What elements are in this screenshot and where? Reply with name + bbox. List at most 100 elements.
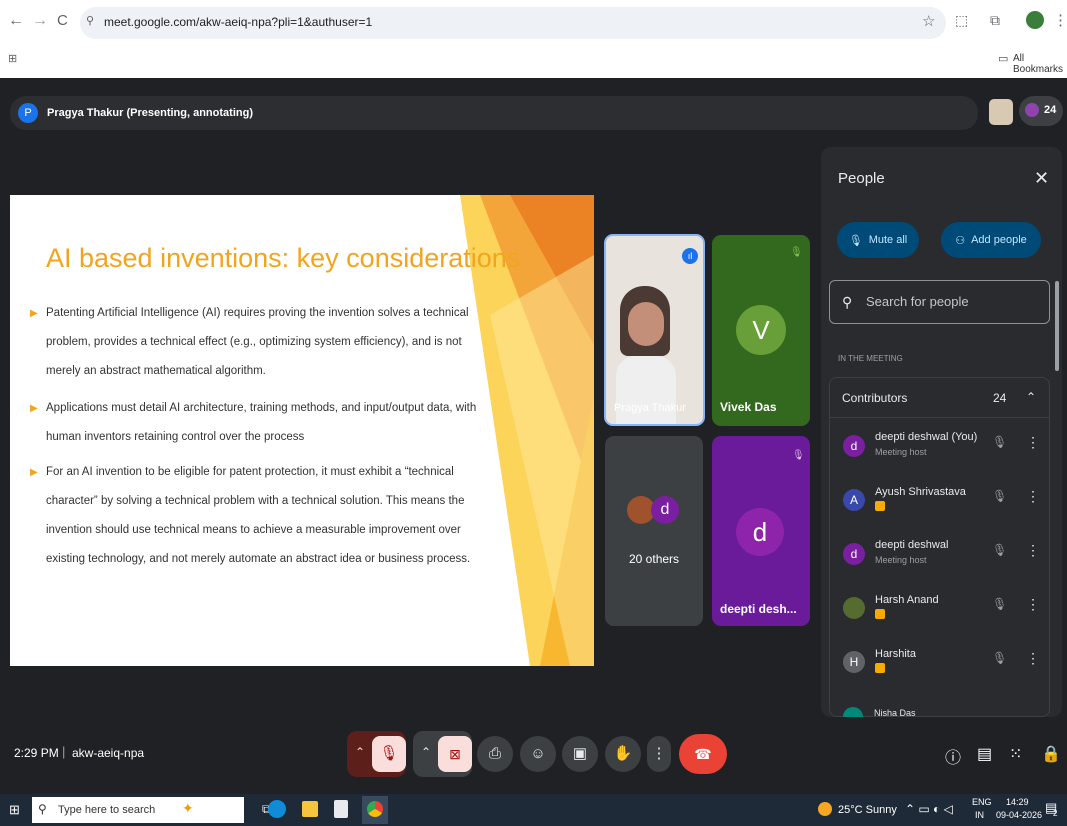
raise-hand-button[interactable]: ✋ xyxy=(605,736,641,772)
bookmarks-bar: ⊞ ▭ All Bookmarks xyxy=(0,44,1067,78)
scrollbar[interactable] xyxy=(1055,281,1059,371)
tile-name: Pragya Thakur xyxy=(614,402,686,414)
tile-name: Vivek Das xyxy=(720,400,777,414)
windows-taskbar: ⊞ ⚲ Type here to search ✦ ⧉ 25°C Sunny ⌃… xyxy=(0,794,1067,826)
presenting-text: Pragya Thakur (Presenting, annotating) xyxy=(47,107,253,119)
slide-bullet-2: ▶ Applications must detail AI architectu… xyxy=(30,394,486,452)
video-body xyxy=(616,356,676,424)
more-icon[interactable]: ⋮ xyxy=(1026,434,1040,451)
star-icon[interactable]: ☆ xyxy=(922,12,935,30)
present-screen-button[interactable]: ⎙ xyxy=(477,736,513,772)
url-text[interactable]: meet.google.com/akw-aeiq-npa?pli=1&authu… xyxy=(104,15,372,29)
camera-off-button[interactable]: ⊠ xyxy=(438,736,472,772)
apps-icon[interactable]: ⊞ xyxy=(8,52,17,65)
section-label: IN THE MEETING xyxy=(838,354,903,363)
lang-top[interactable]: ENG xyxy=(972,797,992,807)
avatar: d xyxy=(843,435,865,457)
tile-deepti[interactable]: 🎙 d deepti desh... xyxy=(712,436,810,626)
host-controls-icon[interactable]: 🔒 xyxy=(1041,744,1061,764)
mic-off-icon[interactable]: 🎙 xyxy=(992,435,1007,449)
info-icon[interactable]: ⓘ xyxy=(945,744,961,768)
slide-bullet-3: ▶ For an AI invention to be eligible for… xyxy=(30,458,486,574)
more-icon[interactable]: ⋮ xyxy=(1026,596,1040,613)
sparkle-icon: ✦ xyxy=(182,800,194,816)
back-icon[interactable]: ← xyxy=(8,12,24,30)
badge-icon xyxy=(875,663,885,673)
mic-off-icon[interactable]: 🎙 xyxy=(992,651,1007,665)
mic-off-icon[interactable]: 🎙 xyxy=(992,597,1007,611)
search-icon: ⚲ xyxy=(842,294,853,310)
chat-icon[interactable]: ▤ xyxy=(977,744,992,764)
bullet-text: Patenting Artificial Intelligence (AI) r… xyxy=(46,307,469,377)
avatar: d xyxy=(843,543,865,565)
chrome-taskbar-button[interactable] xyxy=(362,796,388,824)
camera-group: ⌃ ⊠ xyxy=(413,731,472,777)
member-name: deepti deshwal (You) xyxy=(875,431,978,443)
avatar: d xyxy=(736,508,784,556)
tray-icons[interactable]: ⌃ ▭ ◐ ◁ xyxy=(905,802,953,816)
search-people-input[interactable]: ⚲ Search for people xyxy=(829,280,1050,324)
tile-others[interactable]: d 20 others xyxy=(605,436,703,626)
chevron-up-icon[interactable]: ⌃ xyxy=(1026,390,1036,404)
chevron-up-icon[interactable]: ⌃ xyxy=(355,745,365,759)
participants-icon xyxy=(1025,103,1039,117)
site-info-icon[interactable]: ⚲ xyxy=(86,14,94,27)
close-icon[interactable]: ✕ xyxy=(1034,168,1049,189)
slide-bullet-1: ▶ Patenting Artificial Intelligence (AI)… xyxy=(30,299,486,386)
lang-bottom[interactable]: IN xyxy=(975,810,984,820)
group-count: 24 xyxy=(993,391,1007,405)
extensions-icon[interactable]: ⬚ xyxy=(955,12,968,29)
notification-count: 2 xyxy=(1053,809,1058,818)
tab-search-icon[interactable]: ⧉ xyxy=(990,12,1000,29)
clock-time[interactable]: 14:29 xyxy=(1006,797,1029,807)
member-row[interactable]: d deepti deshwal Meeting host 🎙 ⋮ xyxy=(830,533,1049,581)
file-explorer-icon[interactable] xyxy=(302,801,318,817)
participants-button[interactable]: 24 xyxy=(1019,96,1063,126)
profile-avatar[interactable] xyxy=(1026,11,1044,29)
member-row[interactable]: Harsh Anand 🎙 ⋮ xyxy=(830,587,1049,635)
more-options-button[interactable]: ⋮ xyxy=(647,736,671,772)
member-row[interactable]: d deepti deshwal (You) Meeting host 🎙 ⋮ xyxy=(830,425,1049,473)
add-people-button[interactable]: ⚇ Add people xyxy=(941,222,1041,258)
taskbar-search[interactable]: ⚲ Type here to search ✦ xyxy=(32,797,244,823)
badge-icon xyxy=(875,501,885,511)
member-row[interactable]: A Ayush Shrivastava 🎙 ⋮ xyxy=(830,479,1049,527)
weather-text[interactable]: 25°C Sunny xyxy=(838,804,897,816)
all-bookmarks[interactable]: All Bookmarks xyxy=(1013,53,1067,75)
more-icon[interactable]: ⋮ xyxy=(1026,650,1040,667)
group-title[interactable]: Contributors xyxy=(842,391,907,405)
reload-icon[interactable]: C xyxy=(57,12,68,29)
more-icon[interactable]: ⋮ xyxy=(1026,542,1040,559)
edge-icon[interactable] xyxy=(268,800,286,818)
bullet-arrow-icon: ▶ xyxy=(30,308,38,319)
end-call-button[interactable]: ☎ xyxy=(679,734,727,774)
folder-icon: ▭ xyxy=(998,53,1009,65)
avatar: H xyxy=(843,651,865,673)
clock-date[interactable]: 09-04-2026 xyxy=(996,810,1042,820)
member-row[interactable]: H Harshita 🎙 ⋮ xyxy=(830,641,1049,689)
avatar xyxy=(843,597,865,619)
tile-name: deepti desh... xyxy=(720,602,797,616)
shared-slide: AI based inventions: key considerations … xyxy=(10,195,594,666)
mic-off-icon[interactable]: 🎙 xyxy=(992,543,1007,557)
annotation-icon[interactable] xyxy=(989,99,1013,125)
more-icon[interactable]: ⋮ xyxy=(1026,488,1040,505)
mic-off-icon: 🎙 xyxy=(790,247,803,258)
mic-group: ⌃ 🎙 xyxy=(347,731,406,777)
meeting-time: 2:29 PM xyxy=(14,746,59,760)
avatar: A xyxy=(843,489,865,511)
mic-off-icon[interactable]: 🎙 xyxy=(992,489,1007,503)
forward-icon[interactable]: → xyxy=(32,12,48,30)
tile-pragya[interactable]: ıl Pragya Thakur xyxy=(604,234,705,426)
emoji-button[interactable]: ☺ xyxy=(520,736,556,772)
store-icon[interactable] xyxy=(334,800,348,818)
activities-icon[interactable]: ⁙ xyxy=(1009,744,1022,764)
menu-icon[interactable]: ⋮ xyxy=(1053,11,1067,29)
avatar: d xyxy=(651,496,679,524)
mute-all-button[interactable]: 🎙 Mute all xyxy=(837,222,919,258)
captions-button[interactable]: ▣ xyxy=(562,736,598,772)
windows-icon[interactable]: ⊞ xyxy=(9,802,20,818)
chevron-up-icon[interactable]: ⌃ xyxy=(421,745,431,759)
mic-off-button[interactable]: 🎙 xyxy=(372,736,406,772)
tile-vivek[interactable]: 🎙 V Vivek Das xyxy=(712,235,810,426)
